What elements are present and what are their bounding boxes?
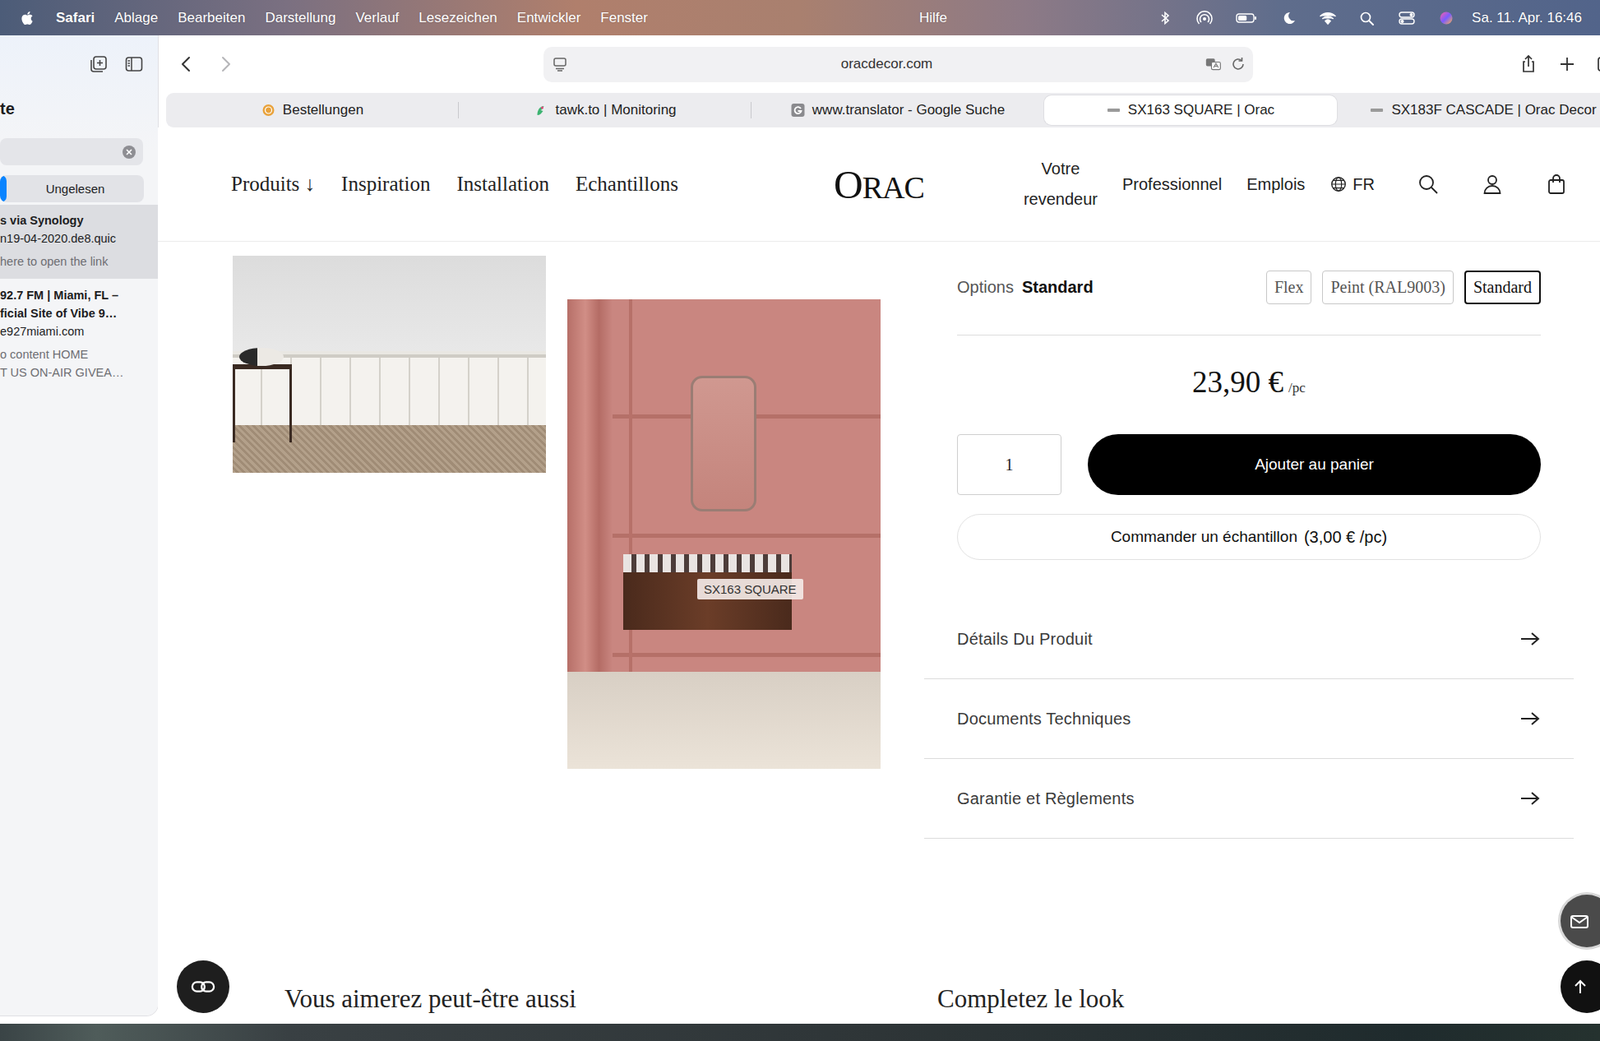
segment[interactable]: Ungelesen — [6, 175, 144, 203]
option-button[interactable]: Standard — [1464, 270, 1541, 305]
scroll-top-button[interactable] — [1560, 960, 1600, 1013]
reading-list-item[interactable]: 92.7 FM | Miami, FL –ficial Site of Vibe… — [0, 278, 158, 390]
sidebar: te Ungelesens via Synologyn19-04-2020.de8… — [0, 35, 158, 1016]
link-icon — [190, 978, 216, 995]
clear-icon[interactable] — [122, 145, 136, 159]
add-to-cart-button[interactable]: Ajouter au panier — [1087, 434, 1541, 495]
accordion-row[interactable]: Garantie et Règlements — [924, 758, 1574, 839]
moon-icon[interactable] — [1279, 10, 1298, 26]
control-center-icon[interactable] — [1397, 10, 1416, 26]
parrot-favicon-icon — [533, 103, 548, 117]
web-page: Produits ↓ Inspiration Installation Echanti… — [157, 127, 1600, 1024]
menu-item[interactable]: Bearbeiten — [177, 9, 246, 27]
menu-item[interactable]: Verlauf — [355, 9, 399, 27]
option-button[interactable]: Flex — [1266, 270, 1313, 305]
accordion-row[interactable]: Documents Techniques — [924, 679, 1574, 759]
segment[interactable] — [0, 175, 7, 203]
quantity-input[interactable]: 1 — [957, 434, 1062, 495]
tab[interactable]: SX183F CASCADE | Orac Decor — [1336, 92, 1600, 128]
section-title: Completez le look — [937, 983, 1600, 1015]
reload-icon[interactable] — [1230, 55, 1247, 73]
tab[interactable]: Bestellungen — [166, 92, 459, 128]
tab[interactable]: tawk.to | Monitoring — [458, 92, 752, 128]
product-tag[interactable]: SX163 SQUARE — [697, 578, 804, 600]
apple-icon[interactable] — [19, 9, 37, 28]
siri-icon[interactable] — [1437, 10, 1456, 26]
forward-icon[interactable] — [217, 54, 234, 74]
tab-overview-icon[interactable] — [1595, 54, 1600, 74]
mail-icon — [1568, 910, 1589, 931]
menu-item[interactable]: Ablage — [114, 9, 158, 27]
segmented-control: Ungelesen — [0, 175, 144, 203]
product-photo[interactable] — [232, 255, 546, 473]
tab[interactable]: www.translator - Google Suche — [751, 92, 1045, 128]
user-icon[interactable] — [1481, 173, 1503, 195]
tab[interactable]: SX163 SQUARE | Orac — [1044, 95, 1337, 125]
sidebar-search[interactable] — [0, 138, 144, 166]
clock[interactable]: Sa. 11. Apr. 16:46 — [1471, 9, 1582, 27]
mail-button[interactable] — [1560, 894, 1600, 948]
tab-bar: Bestellungentawk.to | Monitoringwww.tran… — [166, 92, 1600, 128]
new-tab-icon[interactable] — [1557, 54, 1577, 74]
battery-icon[interactable] — [1234, 10, 1258, 26]
site-header: Produits ↓ Inspiration Installation Echanti… — [157, 127, 1600, 242]
section-title: Vous aimerez peut-être aussi — [284, 983, 938, 1015]
cart-icon[interactable] — [1545, 173, 1568, 195]
desktop-strip — [0, 1023, 1600, 1041]
menu-item[interactable]: Entwickler — [517, 9, 581, 27]
option-button[interactable]: Peint (RAL9003) — [1322, 270, 1453, 305]
sample-button[interactable]: Commander un échantillon(3,00 € /pc) — [957, 513, 1541, 560]
new-tab-group-icon[interactable] — [88, 54, 109, 74]
wifi-icon[interactable] — [1318, 10, 1337, 26]
screen: Safari Ablage Bearbeiten Darstellung Verlauf… — [0, 0, 1600, 1041]
header-link[interactable]: Professionnel — [1122, 175, 1222, 195]
toolbar: oracdecor.com — [157, 35, 1600, 93]
orac-favicon-icon — [1369, 103, 1384, 117]
browser-window: te Ungelesens via Synologyn19-04-2020.de8… — [0, 35, 1600, 1024]
address-bar[interactable]: oracdecor.com — [543, 46, 1254, 83]
page-menu-icon[interactable] — [551, 55, 569, 73]
chat-button[interactable] — [176, 960, 230, 1013]
search-icon[interactable] — [1417, 173, 1439, 195]
nav-link[interactable]: Installation — [456, 172, 549, 196]
gallery: SX163 SQUARE — [232, 241, 881, 769]
airdrop-icon[interactable] — [1195, 10, 1214, 26]
arrow-up-icon — [1570, 976, 1591, 997]
menu-item[interactable]: Lesezeichen — [418, 9, 497, 27]
header-link[interactable]: Emplois — [1246, 175, 1305, 195]
orders-favicon-icon — [261, 103, 276, 117]
share-icon[interactable] — [1518, 54, 1539, 74]
orac-favicon-icon — [1106, 103, 1121, 117]
nav-link[interactable]: Produits ↓ — [231, 172, 315, 196]
globe-icon — [1329, 175, 1348, 194]
arrow-right-icon — [1519, 710, 1541, 727]
accordion-row[interactable]: Détails Du Produit — [924, 599, 1574, 680]
price: 23,90 €/pc — [957, 362, 1541, 408]
product-details: OptionsStandardFlexPeint (RAL9003)Standa… — [924, 241, 1574, 839]
menu-item[interactable]: Darstellung — [264, 9, 336, 27]
reading-list-item[interactable]: s via Synologyn19-04-2020.de8.quichere t… — [0, 204, 158, 279]
help-menu[interactable]: Hilfe — [919, 9, 948, 27]
menu-item[interactable]: Fenster — [600, 9, 648, 27]
arrow-right-icon — [1519, 630, 1541, 648]
sidebar-toggle-icon[interactable] — [124, 54, 144, 74]
spotlight-icon[interactable] — [1358, 10, 1377, 26]
logo[interactable]: ORAC — [833, 161, 925, 209]
dealer-link[interactable]: Votrerevendeur — [1023, 153, 1098, 215]
nav-link[interactable]: Inspiration — [341, 172, 431, 196]
menu-bar: Safari Ablage Bearbeiten Darstellung Verlauf… — [0, 0, 1600, 36]
google-favicon-icon — [790, 103, 805, 117]
back-icon[interactable] — [178, 54, 195, 74]
search-input[interactable] — [0, 143, 123, 160]
app-menu[interactable]: Safari — [55, 9, 95, 27]
nav-link[interactable]: Echantillons — [575, 172, 679, 196]
language-switch[interactable]: FR — [1329, 175, 1375, 195]
translate-icon[interactable] — [1205, 55, 1222, 73]
product-photo[interactable]: SX163 SQUARE — [567, 299, 881, 769]
arrow-right-icon — [1519, 790, 1541, 807]
options-row: OptionsStandardFlexPeint (RAL9003)Standa… — [957, 270, 1541, 305]
sidebar-title: te — [0, 97, 158, 120]
bluetooth-icon[interactable] — [1156, 10, 1175, 26]
